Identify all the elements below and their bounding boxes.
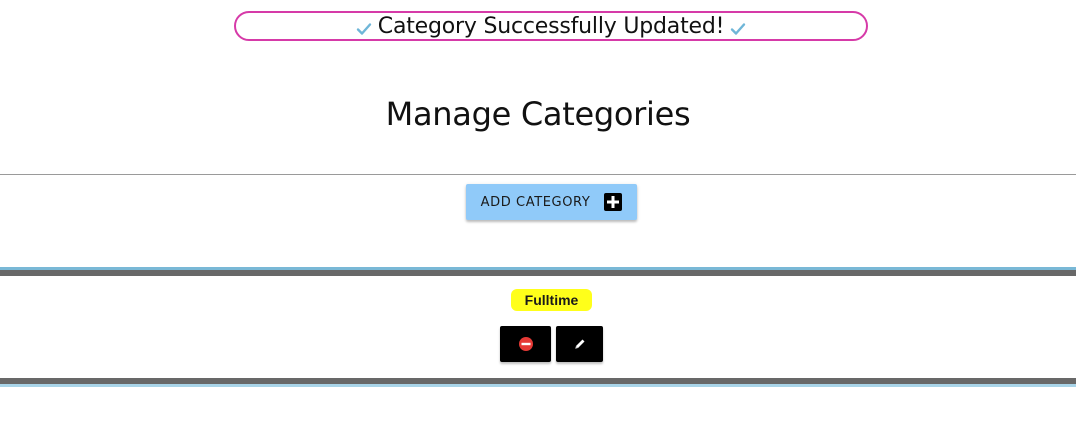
add-category-button[interactable]: ADD CATEGORY — [466, 184, 637, 220]
success-message: Category Successfully Updated! — [377, 13, 725, 39]
manage-categories-page: Category Successfully Updated! Manage Ca… — [0, 0, 1076, 427]
category-card-bottom-accent — [0, 384, 1076, 387]
success-banner: Category Successfully Updated! — [234, 11, 868, 41]
category-name: Fulltime — [511, 289, 592, 311]
check-icon — [730, 21, 746, 37]
delete-category-button[interactable] — [500, 326, 551, 362]
delete-icon — [518, 336, 534, 352]
check-icon — [356, 21, 372, 37]
add-category-label: ADD CATEGORY — [480, 194, 591, 210]
category-card-top-border — [0, 270, 1076, 276]
pencil-icon — [572, 336, 588, 352]
edit-category-button[interactable] — [556, 326, 603, 362]
page-title: Manage Categories — [385, 95, 691, 133]
divider — [0, 174, 1076, 175]
plus-box-icon — [604, 193, 623, 211]
